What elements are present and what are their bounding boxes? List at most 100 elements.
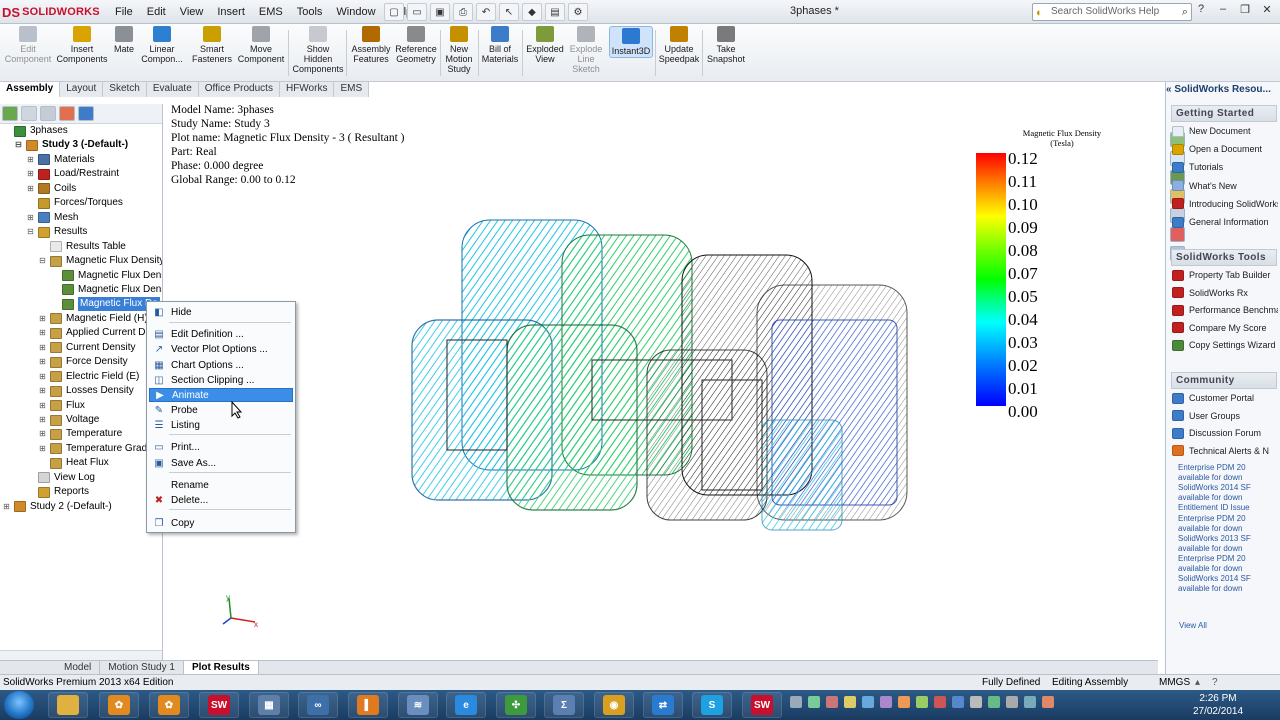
news-link[interactable]: SolidWorks 2014 SF (1178, 574, 1278, 583)
news-link[interactable]: available for down (1178, 544, 1278, 553)
menu-item-listing[interactable]: ☰ Listing (149, 418, 293, 432)
help-icon[interactable]: ? (1212, 675, 1218, 690)
minimize-icon[interactable]: – (1214, 3, 1232, 19)
news-link[interactable]: Enterprise PDM 20 (1178, 554, 1278, 563)
tree-item[interactable]: Magnetic Flux De (50, 297, 160, 312)
menu-item-animate[interactable]: ▶ Animate (149, 388, 293, 402)
tab-assembly[interactable]: Assembly (0, 82, 61, 97)
news-link[interactable]: Enterprise PDM 20 (1178, 514, 1278, 523)
ribbon-button-reference[interactable]: Reference Geometry (394, 26, 438, 64)
tray-icon[interactable] (1024, 696, 1036, 708)
task-pane-link[interactable]: Open a Document (1172, 142, 1278, 156)
tree-item[interactable]: ⊞ Applied Current De (38, 326, 151, 340)
menu-item-section-clipping[interactable]: ◫ Section Clipping ... (149, 373, 293, 387)
tree-item[interactable]: Heat Flux (38, 456, 109, 470)
collapse-icon[interactable]: « (1166, 84, 1172, 95)
search-icon[interactable]: ⌕ (1182, 4, 1188, 20)
menu-item-delete[interactable]: ✖ Delete... (149, 493, 293, 507)
tree-item[interactable]: ⊞ Force Density (38, 355, 128, 369)
tree-item[interactable]: ⊞ Materials (26, 153, 95, 167)
ems-manager-icon[interactable] (78, 106, 94, 121)
flux-density-model[interactable] (402, 210, 922, 550)
expand-icon[interactable]: ⊞ (26, 182, 35, 196)
tree-item[interactable]: ⊞ Study 2 (-Default-) (2, 500, 112, 514)
tree-item[interactable]: ⊞ Voltage (38, 413, 99, 427)
view-all-link[interactable]: View All (1179, 621, 1207, 630)
bottom-tab-plot-results[interactable]: Plot Results (183, 661, 259, 674)
tab-hfworks[interactable]: HFWorks (279, 82, 335, 97)
news-link[interactable]: SolidWorks 2014 SF (1178, 483, 1278, 492)
task-pane-link[interactable]: Performance Benchma (1172, 303, 1278, 317)
taskbar-app[interactable]: ∞ (298, 692, 338, 718)
news-link[interactable]: SolidWorks 2013 SF (1178, 534, 1278, 543)
taskbar-app[interactable]: ✣ (496, 692, 536, 718)
tray-icon[interactable] (916, 696, 928, 708)
news-link[interactable]: available for down (1178, 473, 1278, 482)
tree-item[interactable]: ⊞ Coils (26, 182, 76, 196)
tray-icon[interactable] (934, 696, 946, 708)
menu-ems[interactable]: EMS (252, 6, 290, 18)
task-pane-link[interactable]: Discussion Forum (1172, 426, 1278, 440)
ribbon-button-take[interactable]: Take Snapshot (705, 26, 747, 64)
taskbar-app[interactable]: ▦ (249, 692, 289, 718)
news-link[interactable]: Enterprise PDM 20 (1178, 463, 1278, 472)
ribbon-button-insert[interactable]: Insert Components (56, 26, 108, 64)
help-search-input[interactable]: ◐ Search SolidWorks Help ⌕ (1032, 3, 1192, 21)
task-pane-link[interactable]: Tutorials (1172, 160, 1278, 174)
collapse-icon[interactable]: ⊟ (26, 225, 35, 239)
ribbon-button-smart[interactable]: Smart Fasteners (190, 26, 234, 64)
tray-icon[interactable] (790, 696, 802, 708)
expand-icon[interactable]: ⊞ (38, 384, 47, 398)
menu-tools[interactable]: Tools (290, 6, 330, 18)
news-link[interactable]: available for down (1178, 524, 1278, 533)
ribbon-button-move[interactable]: Move Component (237, 26, 285, 64)
rebuild-icon[interactable]: ◆ (522, 3, 542, 21)
expand-icon[interactable]: ⊞ (38, 341, 47, 355)
task-pane-link[interactable]: Customer Portal (1172, 391, 1278, 405)
task-pane-section-title[interactable]: Getting Started (1171, 105, 1277, 122)
menu-view[interactable]: View (173, 6, 211, 18)
menu-file[interactable]: File (108, 6, 140, 18)
tree-item[interactable]: ⊟ Results (26, 225, 87, 239)
tray-icon[interactable] (898, 696, 910, 708)
expand-icon[interactable]: ⊞ (38, 355, 47, 369)
menu-item-chart-options[interactable]: ▦ Chart Options ... (149, 358, 293, 372)
menu-edit[interactable]: Edit (140, 6, 173, 18)
expand-icon[interactable]: ⊞ (38, 312, 47, 326)
news-link[interactable]: available for down (1178, 584, 1278, 593)
expand-icon[interactable]: ⊞ (2, 500, 11, 514)
tree-item[interactable]: Results Table (38, 240, 126, 254)
tree-item[interactable]: ⊞ Current Density (38, 341, 135, 355)
tray-icon[interactable] (988, 696, 1000, 708)
tray-icon[interactable] (808, 696, 820, 708)
print-icon[interactable]: ⎙ (453, 3, 473, 21)
feature-tree-icon[interactable] (2, 106, 18, 121)
tree-item[interactable]: ⊟ Magnetic Flux Density (38, 254, 162, 268)
tab-ems[interactable]: EMS (334, 82, 370, 97)
task-pane-section-title[interactable]: SolidWorks Tools (1171, 249, 1277, 266)
news-link[interactable]: available for down (1178, 564, 1278, 573)
task-pane-section-title[interactable]: Community (1171, 372, 1277, 389)
taskbar-app[interactable]: ✿ (99, 692, 139, 718)
tab-sketch[interactable]: Sketch (103, 82, 147, 97)
tree-item[interactable]: ⊞ Electric Field (E) (38, 370, 139, 384)
unit-system[interactable]: MMGS (1159, 675, 1190, 690)
expand-icon[interactable]: ⊞ (38, 413, 47, 427)
select-icon[interactable]: ↖ (499, 3, 519, 21)
taskbar-app[interactable]: S (692, 692, 732, 718)
start-button[interactable] (4, 691, 34, 719)
ribbon-button-exploded[interactable]: Exploded View (526, 26, 564, 64)
menu-item-edit-definition[interactable]: ▤ Edit Definition ... (149, 327, 293, 341)
taskbar-app[interactable]: ✿ (149, 692, 189, 718)
clock[interactable]: 2:26 PM 27/02/2014 (1188, 692, 1248, 718)
expand-icon[interactable]: ⊞ (38, 326, 47, 340)
taskbar-app[interactable]: SW (742, 692, 782, 718)
collapse-icon[interactable]: ⊟ (14, 138, 23, 152)
menu-window[interactable]: Window (329, 6, 382, 18)
task-pane-link[interactable]: Compare My Score (1172, 321, 1278, 335)
tree-item[interactable]: ⊞ Temperature Gradie (38, 442, 155, 456)
tab-layout[interactable]: Layout (60, 82, 104, 97)
taskbar-app[interactable]: SW (199, 692, 239, 718)
expand-icon[interactable]: ⊞ (26, 167, 35, 181)
save-icon[interactable]: ▣ (430, 3, 450, 21)
